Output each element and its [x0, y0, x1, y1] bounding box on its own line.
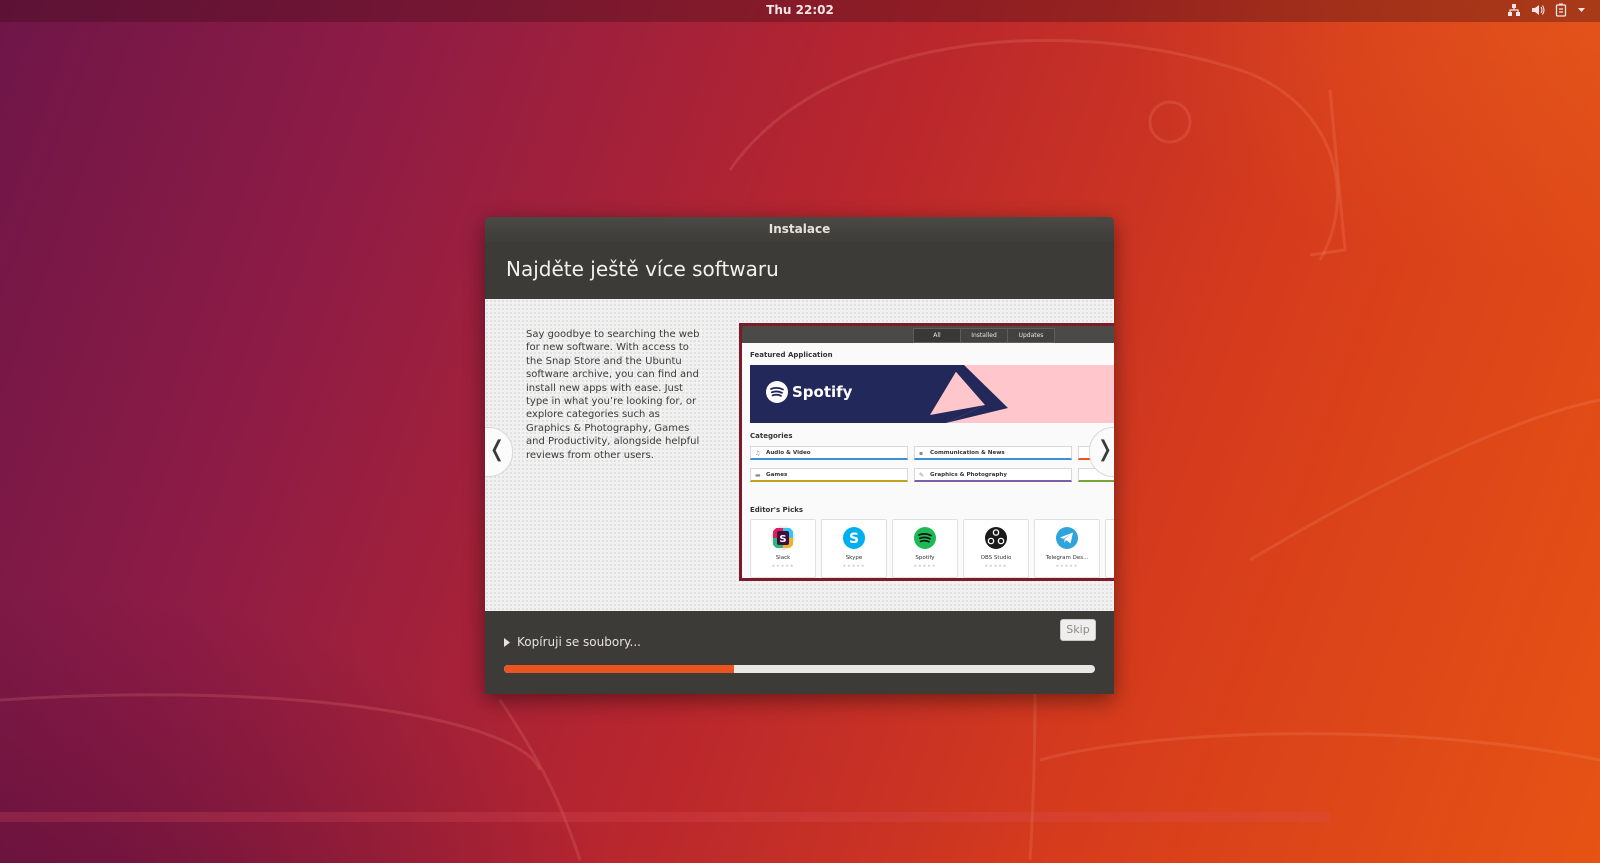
telegram-icon [1056, 527, 1078, 549]
network-icon[interactable] [1507, 3, 1521, 17]
pick-slack: S Slack ★★★★★ [750, 519, 816, 578]
pick-telegram: Telegram Des... ★★★★★ [1034, 519, 1100, 578]
pick-name: Skype [845, 555, 863, 561]
chevron-left-icon: ❬ [487, 437, 507, 462]
pick-name: Spotify [915, 555, 935, 561]
top-panel: Thu 22:02 [0, 0, 1600, 22]
spotify-logo-icon [766, 381, 788, 403]
pick-name: Telegram Des... [1045, 555, 1089, 561]
spotify-icon [914, 527, 936, 549]
skype-icon: S [843, 527, 865, 549]
editors-picks: S Slack ★★★★★ S Skype ★★★★★ Spotify ★★★★… [750, 519, 1114, 578]
slack-icon: S [771, 526, 795, 550]
pick-name: Slack [775, 555, 791, 561]
gamepad-icon: ▬ [755, 472, 761, 479]
store-header: All Installed Updates [742, 326, 1114, 343]
previous-slide-button[interactable]: ❬ [485, 427, 513, 477]
slideshow: Say goodbye to searching the web for new… [485, 299, 1114, 611]
categories-label: Categories [750, 432, 793, 440]
store-tab-installed: Installed [960, 328, 1008, 343]
music-icon: ♫ [755, 450, 761, 457]
featured-banner: Spotify [750, 365, 1114, 423]
system-tray[interactable] [1507, 3, 1586, 17]
obs-studio-icon [985, 527, 1007, 549]
featured-app-name: Spotify [792, 383, 853, 401]
svg-text:S: S [779, 534, 786, 545]
slide-description: Say goodbye to searching the web for new… [526, 329, 700, 461]
menu-arrow-icon[interactable] [1577, 3, 1586, 17]
progress-details-expander[interactable]: Kopíruji se soubory... [504, 635, 641, 649]
featured-label: Featured Application [750, 351, 833, 359]
palette-icon: ✎ [919, 472, 925, 479]
pick-obs: OBS Studio ★★★★★ [963, 519, 1029, 578]
chat-icon: ▪ [919, 450, 924, 457]
category-communication: ▪ Communication & News [914, 446, 1072, 460]
store-screenshot: All Installed Updates Featured Applicati… [739, 323, 1114, 581]
page-title: Najděte ještě více softwaru [506, 257, 779, 281]
store-tab-all: All [913, 328, 961, 343]
progress-fill [504, 665, 735, 673]
category-games: ▬ Games [750, 468, 908, 482]
rating-stars-icon: ★★★★★ [771, 563, 795, 568]
progress-bar [504, 665, 1095, 673]
installer-window: Instalace Najděte ještě více softwaru Sa… [485, 217, 1114, 694]
category-audio-video: ♫ Audio & Video [750, 446, 908, 460]
pick-name: OBS Studio [980, 555, 1012, 561]
pick-partial [1105, 519, 1114, 578]
skip-button[interactable]: Skip [1060, 619, 1096, 641]
pick-skype: S Skype ★★★★★ [821, 519, 887, 578]
rating-stars-icon: ★★★★★ [913, 563, 937, 568]
rating-stars-icon: ★★★★★ [984, 563, 1008, 568]
store-tab-updates: Updates [1007, 328, 1055, 343]
volume-icon[interactable] [1531, 3, 1545, 17]
category-graphics: ✎ Graphics & Photography [914, 468, 1072, 482]
battery-icon[interactable] [1555, 3, 1567, 17]
window-title[interactable]: Instalace [485, 217, 1114, 242]
status-text: Kopíruji se soubory... [517, 635, 641, 649]
rating-stars-icon: ★★★★★ [842, 563, 866, 568]
editors-picks-label: Editor's Picks [750, 506, 804, 514]
rating-stars-icon: ★★★★★ [1055, 563, 1079, 568]
clock[interactable]: Thu 22:02 [0, 3, 1600, 17]
expander-arrow-icon [504, 637, 510, 647]
chevron-right-icon: ❭ [1095, 437, 1114, 462]
pick-spotify: Spotify ★★★★★ [892, 519, 958, 578]
svg-text:S: S [849, 531, 859, 547]
